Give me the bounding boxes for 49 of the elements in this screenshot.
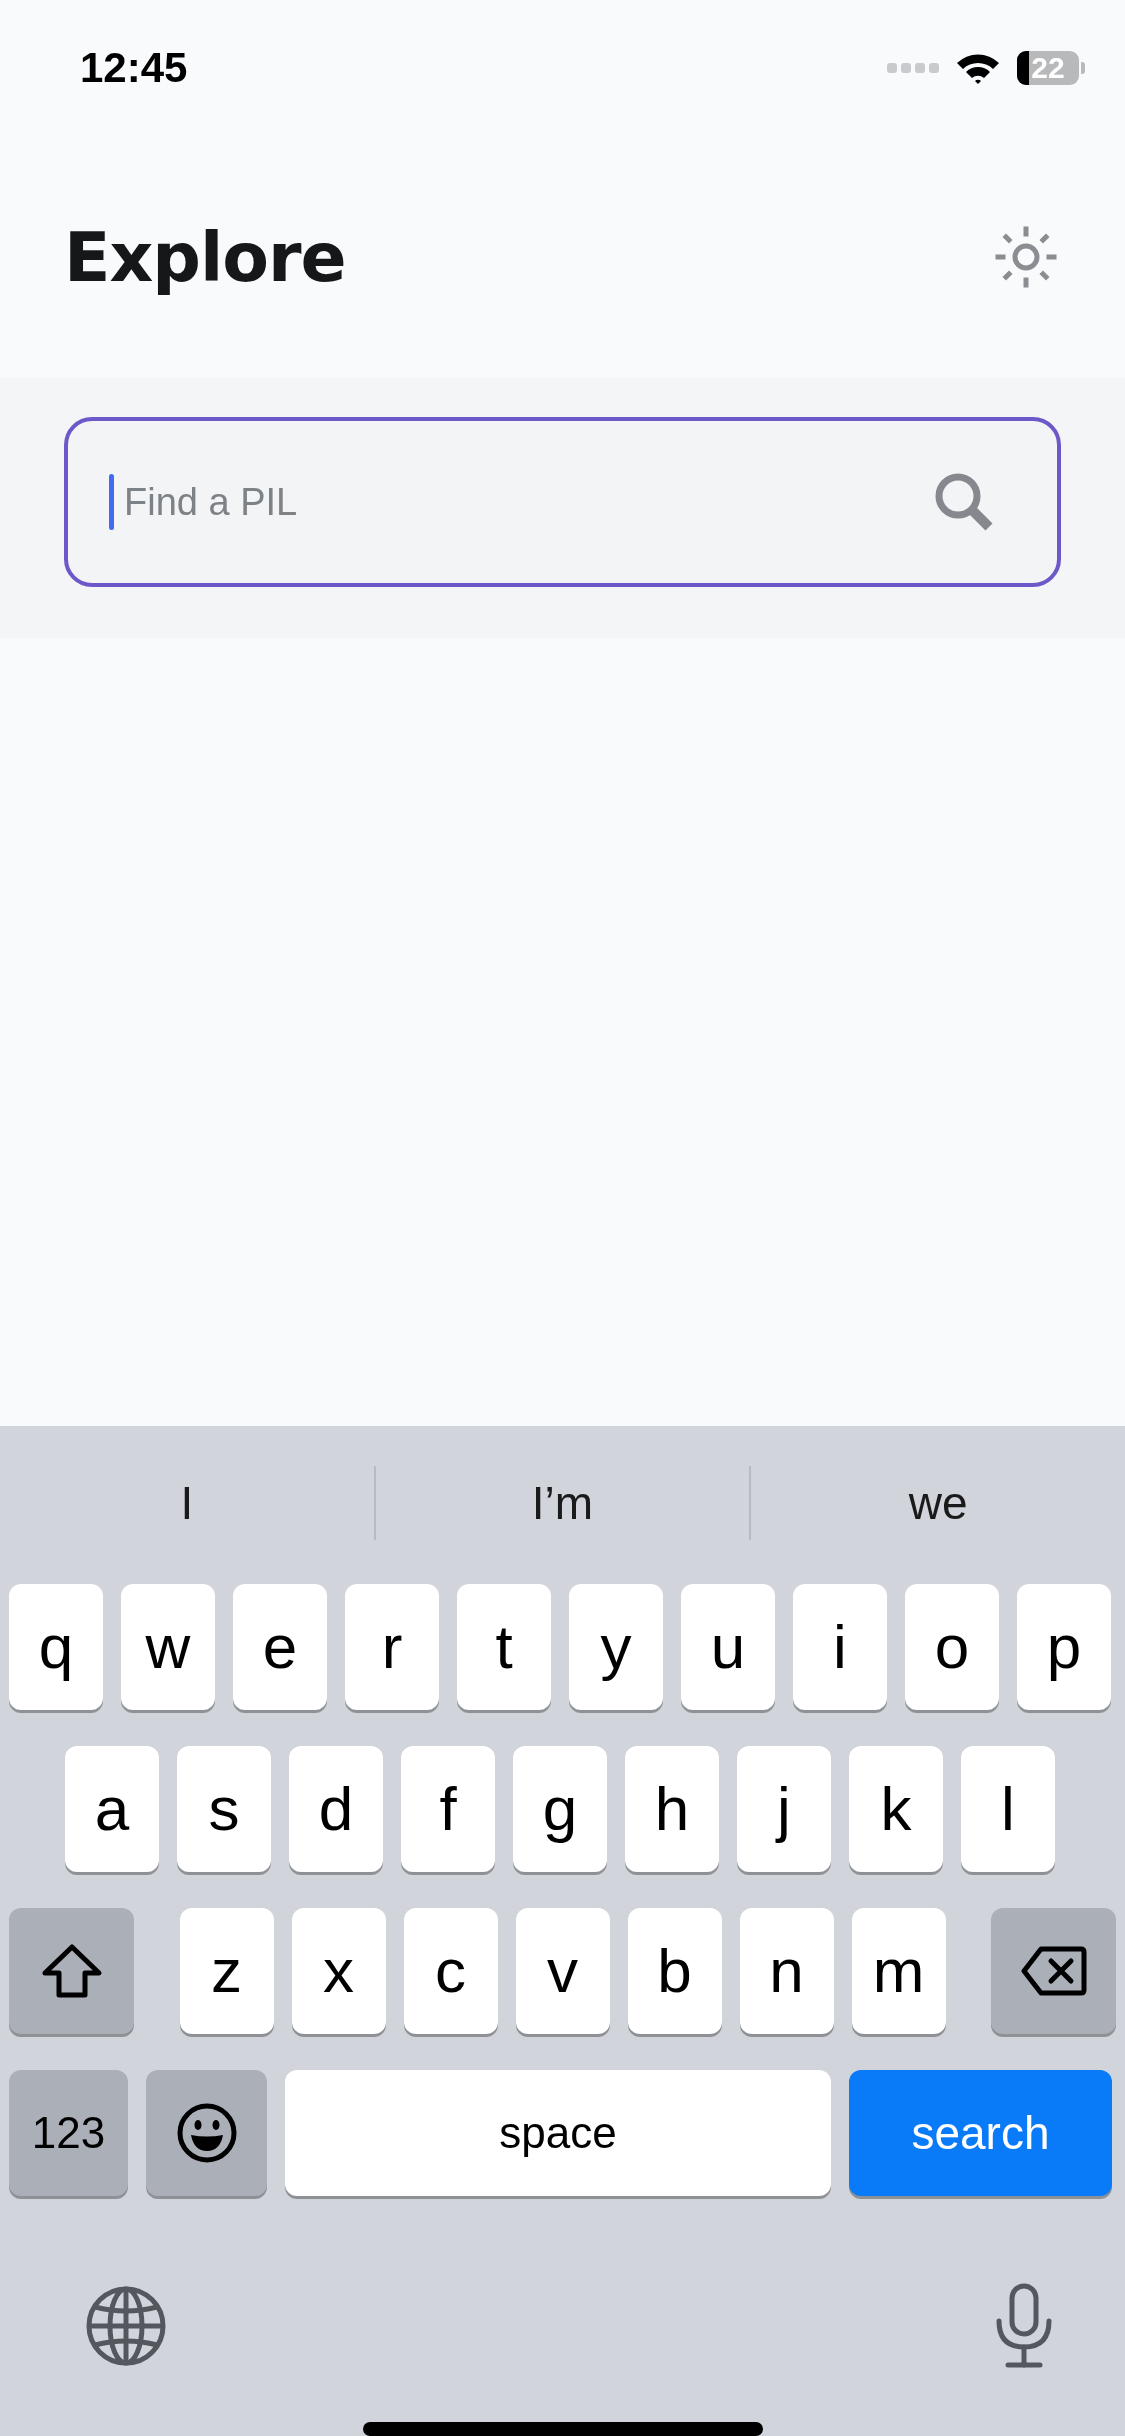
page-title: Explore	[64, 217, 346, 297]
key[interactable]: m	[851, 1907, 946, 2034]
key[interactable]: v	[515, 1907, 610, 2034]
suggestion[interactable]: I	[180, 1475, 194, 1530]
key[interactable]: w	[121, 1583, 215, 1710]
key[interactable]: h	[625, 1745, 719, 1872]
space-key[interactable]: space	[285, 2069, 831, 2196]
battery-level: 22	[1031, 51, 1065, 85]
key[interactable]: b	[627, 1907, 722, 2034]
key[interactable]: j	[737, 1745, 831, 1872]
search-key[interactable]: search	[849, 2069, 1112, 2196]
key[interactable]: k	[849, 1745, 943, 1872]
backspace-icon	[1020, 1945, 1087, 1996]
backspace-key[interactable]	[991, 1907, 1116, 2034]
key[interactable]: u	[681, 1583, 775, 1710]
shift-icon	[40, 1942, 103, 1999]
key[interactable]: c	[403, 1907, 498, 2034]
key[interactable]: a	[65, 1745, 159, 1872]
emoji-key[interactable]	[146, 2069, 267, 2196]
search-field[interactable]: Find a PIL	[64, 417, 1061, 587]
smiley-icon	[175, 2101, 238, 2164]
key[interactable]: p	[1017, 1583, 1111, 1710]
key[interactable]: z	[179, 1907, 274, 2034]
key[interactable]: i	[793, 1583, 887, 1710]
sun-icon[interactable]	[995, 226, 1057, 288]
key[interactable]: g	[513, 1745, 607, 1872]
shift-key[interactable]	[9, 1907, 134, 2034]
key[interactable]: o	[905, 1583, 999, 1710]
battery-fill	[1017, 51, 1029, 85]
key[interactable]: q	[9, 1583, 103, 1710]
key[interactable]: f	[401, 1745, 495, 1872]
suggestion[interactable]: I’m	[531, 1475, 594, 1530]
key[interactable]: e	[233, 1583, 327, 1710]
signal-icon	[887, 61, 939, 75]
wifi-icon	[955, 51, 1001, 85]
suggestion[interactable]: we	[908, 1475, 968, 1530]
numbers-key[interactable]: 123	[9, 2069, 128, 2196]
key[interactable]: l	[961, 1745, 1055, 1872]
key[interactable]: n	[739, 1907, 834, 2034]
status-time: 12:45	[80, 44, 188, 92]
key[interactable]: d	[289, 1745, 383, 1872]
search-icon[interactable]	[933, 471, 995, 533]
key[interactable]: x	[291, 1907, 386, 2034]
text-cursor	[109, 474, 114, 530]
key[interactable]: y	[569, 1583, 663, 1710]
key[interactable]: r	[345, 1583, 439, 1710]
key[interactable]: s	[177, 1745, 271, 1872]
globe-icon[interactable]	[85, 2284, 167, 2367]
key[interactable]: t	[457, 1583, 551, 1710]
